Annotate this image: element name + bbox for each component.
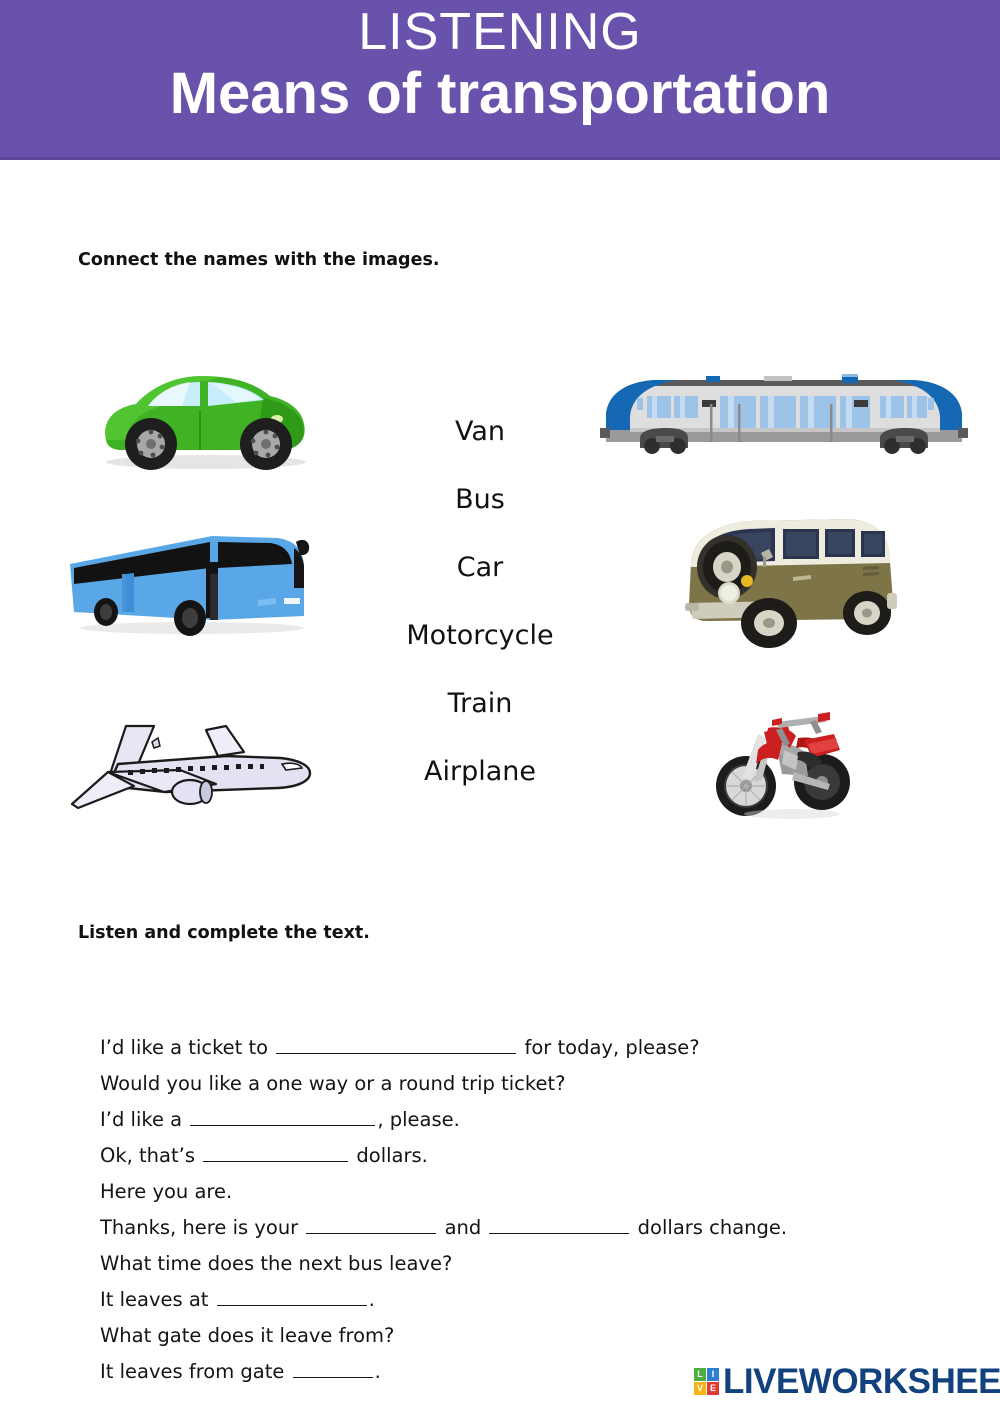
text-segment: What gate does it leave from? xyxy=(100,1324,395,1347)
answer-blank[interactable] xyxy=(203,1144,349,1162)
logo-wordmark: LIVEWORKSHEETS xyxy=(723,1362,1000,1401)
text-line: I’d like a , please. xyxy=(100,1102,920,1138)
answer-blank[interactable] xyxy=(216,1288,367,1306)
word-item-van[interactable]: Van xyxy=(360,398,600,466)
text-segment: Thanks, here is your xyxy=(100,1216,305,1239)
text-segment: Ok, that’s xyxy=(100,1144,202,1167)
text-line: Here you are. xyxy=(100,1174,920,1210)
text-segment: dollars change. xyxy=(631,1216,788,1239)
text-line: Thanks, here is your and dollars change. xyxy=(100,1210,920,1246)
answer-blank[interactable] xyxy=(276,1036,517,1054)
logo-tile-i: I xyxy=(707,1368,719,1381)
text-segment: , please. xyxy=(377,1108,460,1131)
logo-tile-l: L xyxy=(694,1368,706,1381)
train-image[interactable] xyxy=(592,368,977,460)
text-segment: I’d like a xyxy=(100,1108,189,1131)
van-image[interactable] xyxy=(665,505,915,650)
text-segment: I’d like a ticket to xyxy=(100,1036,275,1059)
liveworksheets-logo: LIVE LIVEWORKSHEETS xyxy=(694,1364,1000,1399)
text-line: Ok, that’s dollars. xyxy=(100,1138,920,1174)
text-segment: It leaves from gate xyxy=(100,1360,291,1383)
text-line: What gate does it leave from? xyxy=(100,1318,920,1354)
page-title: Means of transportation xyxy=(169,61,831,126)
text-segment: . xyxy=(368,1288,375,1311)
text-segment: . xyxy=(374,1360,381,1383)
text-segment: Here you are. xyxy=(100,1180,233,1203)
matching-exercise: Van Bus Car Motorcycle Train Airplane xyxy=(0,330,1000,850)
text-segment: It leaves at xyxy=(100,1288,215,1311)
answer-blank[interactable] xyxy=(190,1108,376,1126)
text-segment: for today, please? xyxy=(518,1036,700,1059)
word-item-train[interactable]: Train xyxy=(360,670,600,738)
answer-blank[interactable] xyxy=(306,1216,437,1234)
logo-tiles: LIVE xyxy=(694,1368,719,1395)
text-segment: dollars. xyxy=(350,1144,428,1167)
text-segment: and xyxy=(438,1216,488,1239)
header-eyebrow: LISTENING xyxy=(358,3,642,61)
answer-blank[interactable] xyxy=(292,1360,373,1378)
text-segment: What time does the next bus leave? xyxy=(100,1252,453,1275)
logo-tile-v: V xyxy=(694,1382,706,1395)
airplane-image[interactable] xyxy=(48,708,328,824)
logo-tile-e: E xyxy=(707,1382,719,1395)
word-item-motorcycle[interactable]: Motorcycle xyxy=(360,602,600,670)
text-line: It leaves at . xyxy=(100,1282,920,1318)
text-segment: Would you like a one way or a round trip… xyxy=(100,1072,566,1095)
car-image[interactable] xyxy=(88,362,318,472)
word-item-car[interactable]: Car xyxy=(360,534,600,602)
text-line: What time does the next bus leave? xyxy=(100,1246,920,1282)
worksheet-header: LISTENING Means of transportation xyxy=(0,0,1000,160)
motorcycle-image[interactable] xyxy=(712,698,857,823)
text-line: I’d like a ticket to for today, please? xyxy=(100,1030,920,1066)
answer-blank[interactable] xyxy=(489,1216,630,1234)
text-exercise: I’d like a ticket to for today, please? W… xyxy=(100,1030,920,1390)
word-item-airplane[interactable]: Airplane xyxy=(360,738,600,806)
text-instruction: Listen and complete the text. xyxy=(78,923,370,943)
matching-instruction: Connect the names with the images. xyxy=(78,250,440,270)
text-line: Would you like a one way or a round trip… xyxy=(100,1066,920,1102)
word-list: Van Bus Car Motorcycle Train Airplane xyxy=(360,398,600,806)
bus-image[interactable] xyxy=(62,528,312,640)
word-item-bus[interactable]: Bus xyxy=(360,466,600,534)
